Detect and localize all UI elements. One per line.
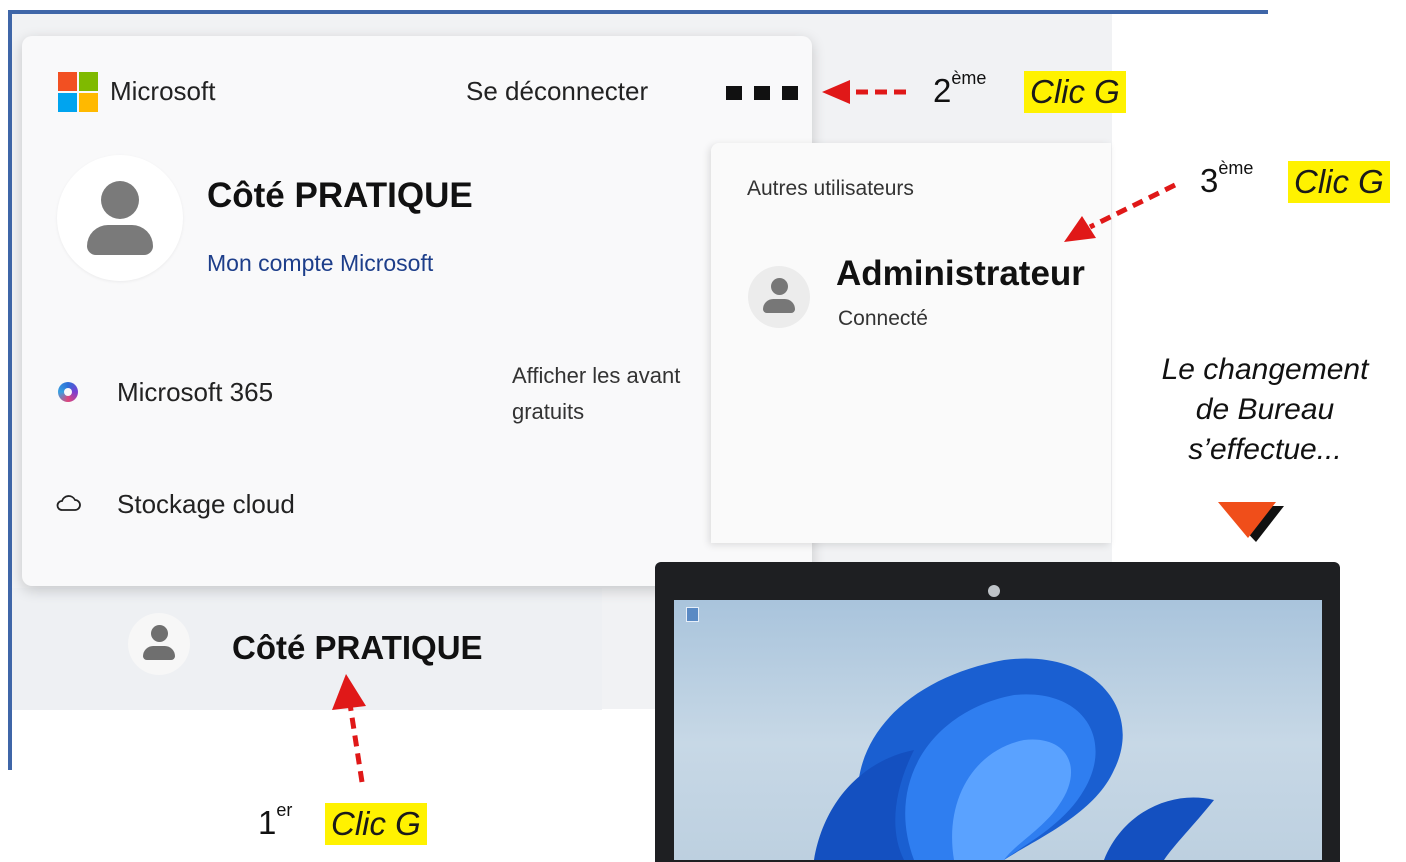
step-2-suffix: ème bbox=[951, 68, 987, 88]
more-options-button[interactable] bbox=[726, 86, 806, 100]
avatar-head-icon bbox=[771, 278, 788, 295]
step-3-clic-label: Clic G bbox=[1288, 161, 1390, 203]
arrow-step3-icon bbox=[1064, 182, 1177, 242]
avatar-body-icon bbox=[87, 225, 153, 255]
microsoft-logo-icon bbox=[58, 72, 98, 112]
avatar-body-icon bbox=[143, 646, 175, 660]
administrator-avatar[interactable] bbox=[748, 266, 810, 328]
avatar-head-icon bbox=[101, 181, 139, 219]
step-2-clic-label: Clic G bbox=[1024, 71, 1126, 113]
step-1-number: 1er bbox=[258, 800, 292, 842]
note-line-2: de Bureau bbox=[1195, 393, 1335, 426]
microsoft-365-item[interactable]: Microsoft 365 bbox=[117, 377, 273, 408]
recycle-bin-icon[interactable] bbox=[686, 607, 699, 622]
avatar-head-icon bbox=[151, 625, 168, 642]
microsoft-brand-label: Microsoft bbox=[110, 76, 216, 106]
dot-icon bbox=[754, 86, 770, 100]
profile-avatar bbox=[57, 155, 183, 281]
step-1-suffix: er bbox=[276, 800, 293, 820]
step-2-digit: 2 bbox=[933, 72, 952, 109]
step-1-digit: 1 bbox=[258, 804, 277, 841]
step-1-clic-label: Clic G bbox=[325, 803, 427, 845]
step-3-suffix: ème bbox=[1218, 158, 1254, 178]
administrator-status: Connecté bbox=[838, 307, 928, 330]
arrow-step1-icon bbox=[332, 674, 366, 783]
desktop-change-note: Le changement de Bureau s’effectue... bbox=[1120, 350, 1406, 470]
profile-name: Côté PRATIQUE bbox=[207, 176, 473, 215]
step-3-number: 3ème bbox=[1200, 158, 1253, 200]
webcam-icon bbox=[988, 585, 1000, 597]
other-users-panel bbox=[711, 143, 1111, 543]
administrator-account-name[interactable]: Administrateur bbox=[836, 254, 1085, 294]
avatar-body-icon bbox=[763, 299, 795, 313]
other-users-title: Autres utilisateurs bbox=[747, 177, 914, 200]
show-benefits-link[interactable]: Afficher les avant gratuits bbox=[512, 358, 722, 430]
note-line-1: Le changement bbox=[1161, 353, 1369, 386]
benefits-line-2: gratuits bbox=[512, 399, 585, 424]
arrow-step2-icon bbox=[822, 80, 906, 104]
dot-icon bbox=[782, 86, 798, 100]
taskbar-user-name[interactable]: Côté PRATIQUE bbox=[232, 629, 483, 667]
sign-out-button[interactable]: Se déconnecter bbox=[466, 76, 648, 107]
windows-desktop-screen bbox=[674, 600, 1322, 860]
benefits-line-1: Afficher les avant bbox=[512, 363, 681, 388]
taskbar-user-avatar[interactable] bbox=[128, 613, 190, 675]
step-3-digit: 3 bbox=[1200, 162, 1219, 199]
down-triangle-icon bbox=[1218, 502, 1284, 542]
cloud-icon bbox=[56, 495, 81, 511]
my-microsoft-account-link[interactable]: Mon compte Microsoft bbox=[207, 250, 433, 277]
note-line-3: s’effectue... bbox=[1188, 433, 1342, 466]
step-2-number: 2ème bbox=[933, 68, 986, 110]
cloud-storage-item[interactable]: Stockage cloud bbox=[117, 489, 295, 520]
microsoft-365-icon bbox=[58, 382, 78, 402]
dot-icon bbox=[726, 86, 742, 100]
windows-bloom-wallpaper bbox=[814, 658, 1214, 860]
